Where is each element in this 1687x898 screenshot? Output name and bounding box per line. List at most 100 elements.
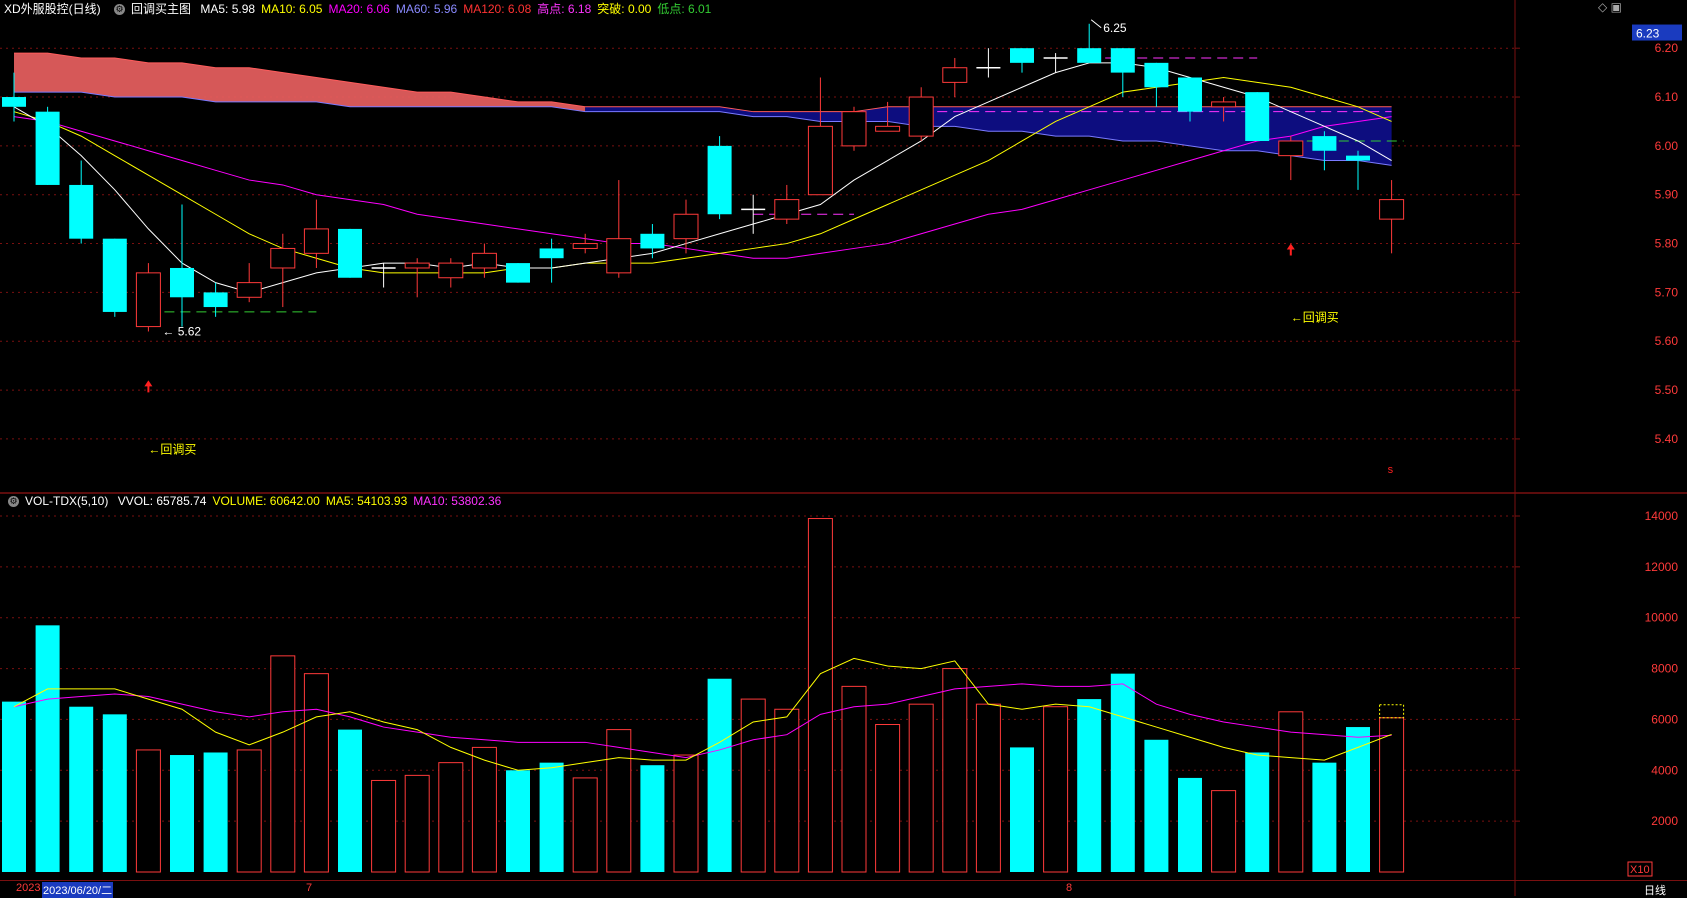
volume-bar — [707, 678, 732, 872]
volume-bar — [740, 698, 766, 873]
volume-bar — [270, 655, 296, 873]
volume-bar — [35, 625, 60, 872]
candle-body — [1178, 77, 1202, 112]
year-label: 2023 — [16, 882, 41, 894]
candle-body — [841, 111, 867, 147]
volume-bar — [1379, 717, 1405, 873]
volume-unit-label: X10 — [1630, 864, 1650, 876]
volume-tick-label: 12000 — [1645, 560, 1679, 574]
low-price-label: ← 5.62 — [162, 324, 201, 338]
volume-bar — [908, 703, 934, 873]
candle-body — [135, 272, 161, 328]
volume-bar — [673, 754, 699, 873]
candle-body — [1278, 140, 1304, 157]
ma-band-red — [14, 53, 586, 112]
current-price-label: 6.23 — [1636, 27, 1660, 41]
volume-bar — [170, 755, 194, 872]
volume-bar — [404, 774, 430, 873]
price-tick-label: 5.70 — [1655, 285, 1679, 299]
volume-ma10-line — [13, 683, 1392, 759]
candle-body — [1245, 92, 1270, 141]
volume-tick-label: 6000 — [1651, 712, 1678, 726]
candle-body — [707, 145, 732, 215]
candle-body — [1010, 48, 1034, 63]
volume-bar — [371, 779, 397, 873]
candle-body — [1144, 62, 1169, 88]
candle-body — [438, 262, 464, 279]
volume-bar — [572, 777, 598, 873]
volume-bar — [236, 749, 262, 873]
volume-bar — [875, 724, 901, 873]
price-chart: 6.20 6.10 6.00 5.90 5.80 5.70 5.60 5.50 5.40 6.23… — [0, 0, 1687, 496]
candle-body — [1312, 136, 1337, 151]
candle-body — [942, 67, 968, 83]
candle-body — [774, 199, 800, 220]
candle-body — [236, 282, 262, 298]
chart-stage: XD外服股控(日线) ⚙ 回调买主图 MA5: 5.98 MA10: 6.05 MA2… — [0, 0, 1687, 898]
volume-bar — [1043, 706, 1069, 873]
volume-bar — [338, 729, 362, 872]
candle-body — [69, 184, 94, 239]
volume-bar — [1110, 673, 1135, 872]
volume-bar — [1278, 711, 1304, 873]
volume-bar — [1211, 790, 1237, 873]
candle-body — [539, 248, 564, 259]
volume-tick-label: 10000 — [1645, 611, 1679, 625]
volume-tick-label: 14000 — [1645, 509, 1679, 523]
price-tick-label: 6.00 — [1655, 139, 1679, 153]
volume-tick-label: 2000 — [1651, 814, 1678, 828]
candle-body — [875, 125, 901, 132]
volume-bar — [1010, 747, 1034, 872]
price-tick-label: 5.40 — [1655, 432, 1679, 446]
candle-body — [303, 228, 329, 254]
month-8-label: 8 — [1066, 882, 1073, 894]
volume-bar — [506, 770, 530, 872]
volume-tick-label: 4000 — [1651, 763, 1678, 777]
volume-bar — [640, 765, 665, 872]
price-tick-label: 5.50 — [1655, 383, 1679, 397]
volume-bar — [438, 762, 464, 873]
volume-bar — [203, 752, 228, 872]
candle-body — [606, 238, 632, 274]
candle-body — [35, 111, 60, 185]
candle-body — [102, 238, 127, 312]
volume-bar — [135, 749, 161, 873]
price-tick-label: 5.90 — [1655, 188, 1679, 202]
volume-bar — [1312, 762, 1337, 872]
ma-band-blue — [585, 106, 1392, 166]
candle-body — [1077, 48, 1102, 63]
volume-bar — [1178, 777, 1202, 872]
s-marker: s — [1388, 464, 1394, 476]
volume-bar — [1245, 752, 1270, 872]
high-price-label: 6.25 — [1103, 21, 1127, 35]
candle-body — [1346, 155, 1370, 161]
candle-body — [673, 213, 699, 240]
volume-bar — [841, 685, 867, 873]
candle-body — [1211, 101, 1237, 108]
high-price-pointer — [1090, 19, 1102, 29]
candle-body — [471, 252, 497, 269]
price-tick-label: 6.20 — [1655, 41, 1679, 55]
candle-body — [807, 125, 833, 196]
date-bar: 2023 2023/06/20/二 7 8 日线 — [0, 880, 1687, 898]
buy-arrow-icon-2 — [1286, 243, 1295, 256]
signal-text-2: ←回调买 — [1291, 311, 1339, 325]
volume-projection — [1379, 704, 1405, 719]
signal-text-1: ←回调买 — [148, 443, 196, 457]
candle-body — [2, 97, 26, 107]
candle-body — [908, 96, 934, 137]
volume-chart: 14000 12000 10000 8000 6000 4000 2000 X10 — [0, 496, 1679, 896]
volume-bar — [1346, 727, 1370, 872]
volume-bar — [471, 746, 497, 873]
candle-body — [1110, 48, 1135, 73]
candle-body — [338, 228, 362, 278]
candle-body — [1379, 199, 1405, 220]
volume-bar — [69, 706, 94, 872]
candle-body — [572, 243, 598, 249]
candle-body — [506, 263, 530, 283]
price-tick-label: 5.80 — [1655, 237, 1679, 251]
volume-bar — [606, 729, 632, 873]
volume-bar — [2, 701, 26, 872]
candle-body — [170, 267, 194, 298]
volume-bar — [774, 708, 800, 873]
